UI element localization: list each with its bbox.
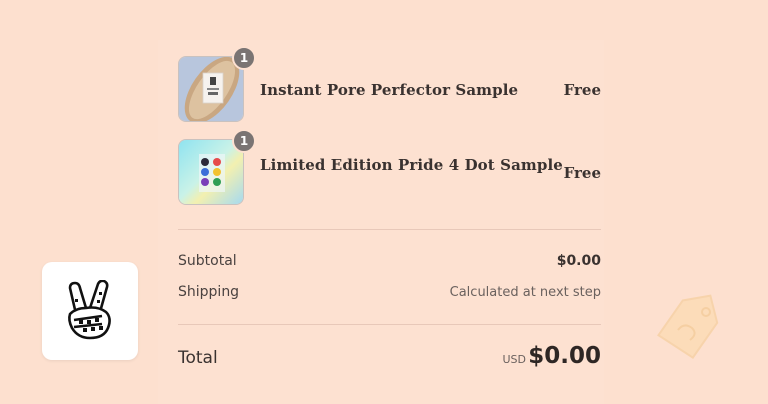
total-amount: $0.00 [528, 343, 601, 369]
line-item: 1 Instant Pore Perfector Sample Free [178, 46, 601, 124]
currency-code: USD [502, 353, 526, 366]
total-label: Total [178, 348, 218, 368]
shipping-label: Shipping [178, 284, 240, 300]
item-name: Instant Pore Perfector Sample [260, 81, 519, 99]
quantity-badge: 1 [232, 129, 256, 153]
price-tag-icon [657, 294, 719, 359]
divider [178, 324, 601, 325]
quantity-badge: 1 [232, 46, 256, 70]
pride-dot-sample-icon [179, 140, 243, 204]
divider [178, 229, 601, 230]
item-price: Free [563, 81, 601, 99]
item-name: Limited Edition Pride 4 Dot Sample [260, 156, 563, 174]
subtotal-value: $0.00 [556, 253, 601, 269]
subtotal-label: Subtotal [178, 253, 237, 269]
item-price: Free [563, 164, 601, 182]
line-item: 1 Limited Edition Pride 4 Dot Sample Fre… [178, 129, 601, 207]
shipping-value: Calculated at next step [449, 285, 601, 300]
peace-hand-logo-icon [68, 280, 111, 340]
pore-perfector-sample-icon [179, 57, 243, 121]
brand-logo-card [42, 262, 138, 360]
order-summary-panel: 1 Instant Pore Perfector Sample Free 1 L… [158, 40, 604, 404]
